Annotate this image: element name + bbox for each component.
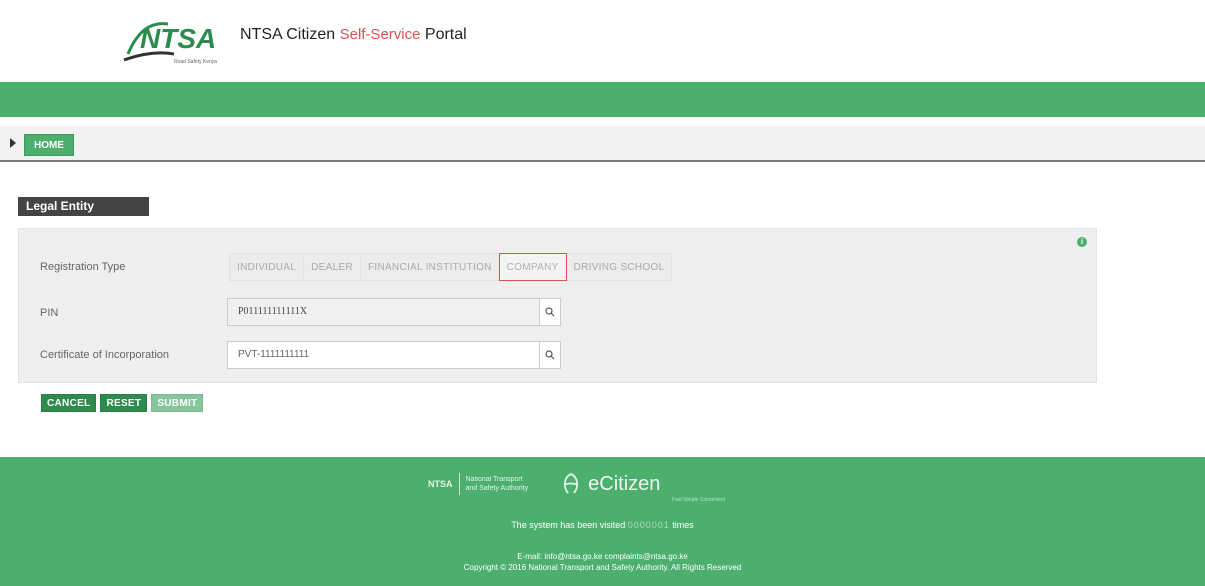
page-footer: NTSA National Transport and Safety Autho… bbox=[0, 457, 1205, 586]
pin-input[interactable]: P011111111111X bbox=[227, 298, 540, 326]
legal-entity-form: i Registration Type INDIVIDUAL DEALER FI… bbox=[18, 228, 1097, 383]
reg-option-dealer[interactable]: DEALER bbox=[303, 253, 361, 281]
portal-title-prefix: NTSA Citizen bbox=[240, 26, 340, 43]
reg-option-individual[interactable]: INDIVIDUAL bbox=[229, 253, 305, 281]
ecitizen-emblem-icon bbox=[563, 473, 579, 494]
footer-ntsa-logo: NTSA bbox=[428, 479, 453, 489]
footer-ecitizen-logo: eCitizen bbox=[558, 471, 660, 497]
cancel-button[interactable]: CANCEL bbox=[41, 394, 97, 412]
svg-text:Road Safety Kenya: Road Safety Kenya bbox=[174, 59, 217, 65]
certificate-search-button[interactable] bbox=[540, 341, 561, 369]
reg-option-financial-institution[interactable]: FINANCIAL INSTITUTION bbox=[359, 253, 500, 281]
section-title: Legal Entity bbox=[18, 197, 149, 216]
footer-ntsa-name: National Transport and Safety Authority bbox=[466, 475, 529, 493]
portal-title: NTSA Citizen Self-Service Portal bbox=[240, 26, 467, 44]
breadcrumb: HOME bbox=[0, 126, 1205, 162]
footer-ecitizen-tagline: Fast Simple Convenient bbox=[672, 497, 726, 503]
reg-option-company[interactable]: COMPANY bbox=[498, 253, 567, 281]
visit-counter: The system has been visited 0000001 time… bbox=[0, 520, 1205, 530]
reset-button[interactable]: RESET bbox=[100, 394, 148, 412]
top-nav-band bbox=[0, 82, 1205, 117]
pin-label: PIN bbox=[40, 307, 59, 319]
registration-type-selector: INDIVIDUAL DEALER FINANCIAL INSTITUTION … bbox=[229, 253, 673, 281]
certificate-label: Certificate of Incorporation bbox=[40, 349, 170, 361]
submit-button[interactable]: SUBMIT bbox=[151, 394, 204, 412]
reg-option-driving-school[interactable]: DRIVING SCHOOL bbox=[565, 253, 673, 281]
footer-ntsa-name-line2: and Safety Authority bbox=[465, 485, 529, 492]
portal-title-suffix: Portal bbox=[420, 26, 467, 43]
svg-text:NTSA: NTSA bbox=[140, 23, 216, 54]
home-button[interactable]: HOME bbox=[24, 134, 74, 156]
ntsa-logo[interactable]: NTSA Road Safety Kenya bbox=[122, 14, 240, 66]
info-icon[interactable]: i bbox=[1077, 237, 1087, 247]
portal-title-accent: Self-Service bbox=[339, 26, 421, 43]
page-header: NTSA Road Safety Kenya NTSA Citizen Self… bbox=[0, 0, 1205, 80]
visit-counter-prefix: The system has been visited bbox=[511, 520, 628, 530]
footer-copyright: Copyright © 2016 National Transport and … bbox=[463, 563, 742, 572]
search-icon bbox=[545, 307, 555, 317]
breadcrumb-arrow-icon bbox=[10, 138, 16, 148]
pin-field-group: P011111111111X bbox=[227, 298, 561, 326]
certificate-field-group: PVT-1111111111 bbox=[227, 341, 561, 369]
footer-ntsa-name-line1: National Transport bbox=[465, 476, 523, 483]
pin-search-button[interactable] bbox=[540, 298, 561, 326]
visit-count-value: 0000001 bbox=[627, 520, 670, 530]
certificate-input[interactable]: PVT-1111111111 bbox=[227, 341, 540, 369]
footer-divider bbox=[458, 473, 460, 495]
form-actions: CANCEL RESET SUBMIT bbox=[41, 394, 204, 412]
search-icon bbox=[545, 350, 555, 360]
registration-type-label: Registration Type bbox=[40, 261, 126, 273]
footer-contact-emails[interactable]: E-mail: info@ntsa.go.ke complaints@ntsa.… bbox=[0, 552, 1205, 561]
footer-logos: NTSA National Transport and Safety Autho… bbox=[428, 471, 660, 497]
visit-counter-suffix: times bbox=[669, 520, 694, 530]
footer-ecitizen-text: eCitizen bbox=[588, 472, 661, 495]
